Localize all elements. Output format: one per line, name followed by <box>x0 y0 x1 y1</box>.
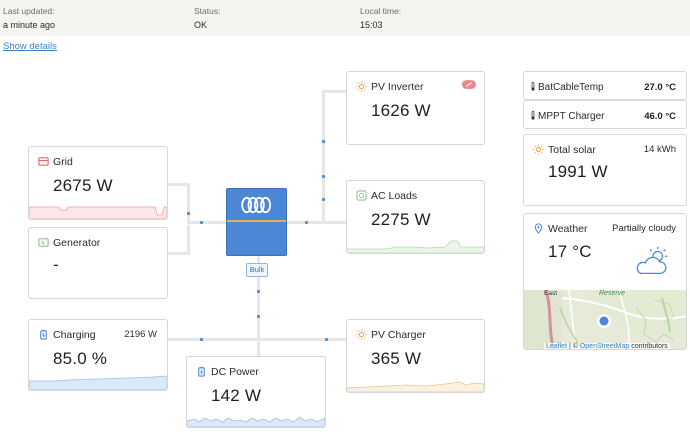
local-time-value: 15:03 <box>360 20 383 30</box>
grid-title: Grid <box>53 156 73 168</box>
map-attr-sep: | © <box>567 343 580 350</box>
total-solar-energy: 14 kWh <box>643 144 676 155</box>
weather-temp: 17 °C <box>548 242 592 261</box>
wire-dc-down <box>257 338 260 358</box>
flow-dot <box>325 338 328 341</box>
pv-inverter-title: PV Inverter <box>371 81 424 93</box>
local-time: Local time: 15:03 <box>360 6 401 30</box>
sun-icon <box>533 144 544 155</box>
weather-map[interactable]: East Reserve Leaflet | © OpenStreetMap c… <box>524 290 686 350</box>
thermometer-icon <box>531 111 535 120</box>
inverter-charger[interactable] <box>226 188 287 256</box>
weather-card[interactable]: Weather Partially cloudy 17 °C East Rese… <box>523 213 687 350</box>
temp-mppt-title: MPPT Charger <box>538 111 605 122</box>
generator-value: - <box>53 255 59 274</box>
battery-soc: 85.0 % <box>53 349 108 368</box>
flow-dot <box>322 175 325 178</box>
map-attribution: Leaflet | © OpenStreetMap contributors <box>544 343 670 350</box>
pv-inverter-card[interactable]: PV Inverter 1626 W <box>346 71 485 145</box>
last-updated: Last updated: a minute ago <box>3 6 55 30</box>
battery-card[interactable]: Charging 2196 W 85.0 % <box>28 319 168 391</box>
temp-bat-cable-value: 27.0 °C <box>644 82 676 93</box>
grid-value: 2675 W <box>53 176 113 195</box>
sun-icon <box>356 329 367 340</box>
generator-card[interactable]: Generator - <box>28 227 168 299</box>
grid-sparkline <box>29 206 167 219</box>
wire-pvinv-h <box>322 90 347 93</box>
temp-mppt-card[interactable]: MPPT Charger 46.0 °C <box>523 100 687 129</box>
last-updated-value: a minute ago <box>3 20 56 30</box>
flow-dot <box>200 338 203 341</box>
flow-dot <box>305 221 308 224</box>
wire-grid-inv <box>187 221 227 224</box>
pv-inverter-value: 1626 W <box>371 101 431 120</box>
wire-gen-h <box>168 252 188 255</box>
grid-icon <box>38 157 49 166</box>
osm-link[interactable]: OpenStreetMap <box>580 343 629 349</box>
wire-grid-v <box>187 183 190 223</box>
flow-dot <box>200 221 203 224</box>
victron-logo-icon <box>241 196 271 214</box>
ac-loads-title: AC Loads <box>371 190 418 202</box>
flow-dot <box>257 315 260 318</box>
dc-power-title: DC Power <box>211 366 259 378</box>
inverter-stripe <box>227 220 286 222</box>
total-solar-title: Total solar <box>548 144 596 156</box>
battery-title: Charging <box>53 329 96 341</box>
battery-icon <box>198 366 205 377</box>
local-time-label: Local time: <box>360 6 402 16</box>
wire-grid-h <box>168 183 188 186</box>
total-solar-card[interactable]: Total solar 14 kWh 1991 W <box>523 134 687 206</box>
status-label: Status: <box>194 6 221 16</box>
dc-power-value: 142 W <box>211 386 262 405</box>
generator-title: Generator <box>53 237 101 249</box>
ac-loads-card[interactable]: AC Loads 2275 W <box>346 180 485 254</box>
pv-charger-value: 365 W <box>371 349 422 368</box>
battery-icon <box>40 329 47 340</box>
status-value: OK <box>194 20 208 30</box>
map-label-east: East <box>544 290 558 297</box>
flow-dot <box>322 198 325 201</box>
show-details-link[interactable]: Show details <box>3 41 57 52</box>
pv-charger-sparkline <box>347 381 484 392</box>
battery-power: 2196 W <box>124 329 157 340</box>
thermometer-icon <box>531 82 535 91</box>
last-updated-label: Last updated: <box>3 6 55 16</box>
wire-inv-out <box>287 221 347 224</box>
temp-bat-cable-title: BatCableTemp <box>538 82 604 93</box>
flow-dot <box>187 212 190 215</box>
dc-power-card[interactable]: DC Power 142 W <box>186 356 326 428</box>
outlet-icon <box>356 190 367 201</box>
temp-mppt-value: 46.0 °C <box>644 111 676 122</box>
charge-state-badge: Bulk <box>246 263 268 277</box>
map-tiles <box>524 290 686 349</box>
map-label-reserve: Reserve <box>599 290 626 297</box>
weather-condition: Partially cloudy <box>612 223 676 234</box>
status: Status: OK <box>194 6 220 30</box>
temp-bat-cable-card[interactable]: BatCableTemp 27.0 °C <box>523 71 687 100</box>
wire-pvinv-v <box>322 90 325 223</box>
sun-icon <box>356 81 367 92</box>
partly-cloudy-icon <box>636 246 668 274</box>
weather-title: Weather <box>548 223 588 235</box>
ac-loads-value: 2275 W <box>371 210 431 229</box>
warning-badge-icon[interactable] <box>462 80 476 89</box>
grid-card[interactable]: Grid 2675 W <box>28 146 168 220</box>
location-pin-icon <box>534 223 543 234</box>
map-attr-contrib: contributors <box>629 343 668 350</box>
flow-dot <box>257 290 260 293</box>
wire-gen-v <box>187 225 190 255</box>
pv-charger-card[interactable]: PV Charger 365 W <box>346 319 485 393</box>
leaflet-link[interactable]: Leaflet <box>546 343 567 349</box>
flow-dot <box>322 140 325 143</box>
total-solar-value: 1991 W <box>548 162 608 181</box>
battery-sparkline <box>29 375 167 390</box>
pv-charger-title: PV Charger <box>371 329 426 341</box>
dc-power-sparkline <box>187 416 325 427</box>
generator-icon <box>38 238 49 247</box>
status-bar: Last updated: a minute ago Status: OK Lo… <box>0 0 690 36</box>
ac-loads-sparkline <box>347 240 484 253</box>
